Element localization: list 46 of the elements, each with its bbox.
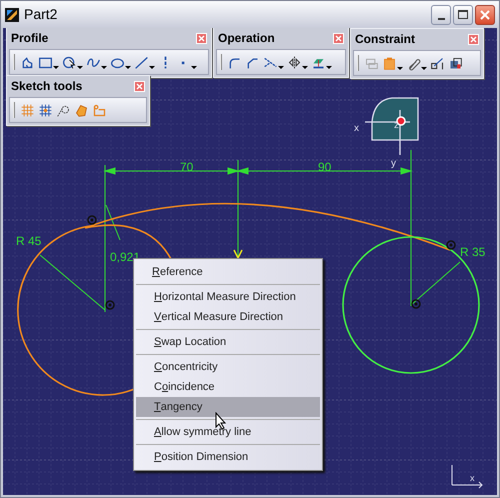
snap-grid-icon[interactable] [38, 102, 53, 118]
axis-label: y [391, 158, 396, 169]
menu-item[interactable]: Vertical Measure Direction [136, 307, 320, 327]
sketch-canvas[interactable] [3, 28, 497, 495]
animate-icon[interactable] [448, 56, 463, 70]
menu-item[interactable]: Coincidence [136, 377, 320, 397]
line-icon[interactable] [134, 54, 149, 70]
origin-point-icon [396, 116, 406, 126]
toolbar-title: Profile [11, 32, 48, 44]
profile-icon[interactable] [20, 54, 35, 70]
toolbar-title: Operation [218, 32, 275, 44]
menu-item[interactable]: Tangency [136, 397, 320, 417]
mirror-icon[interactable] [287, 54, 302, 70]
dimension-label: R 35 [460, 245, 486, 259]
toolbar-title: Constraint [355, 33, 415, 45]
minimize-button[interactable] [431, 4, 451, 24]
close-button[interactable] [475, 4, 495, 24]
close-icon[interactable] [134, 80, 145, 92]
menu-item[interactable]: Concentricity [136, 357, 320, 377]
tangent-point-icon [87, 215, 97, 225]
axis-label: x [354, 123, 359, 134]
close-icon[interactable] [468, 34, 479, 44]
close-icon [480, 10, 490, 20]
app-icon [5, 8, 19, 22]
maximize-button[interactable] [453, 4, 473, 24]
marker-icon [233, 250, 243, 260]
center-point-icon [411, 299, 421, 309]
center-point-icon [105, 300, 115, 310]
window-title: Part2 [24, 5, 58, 24]
menu-item[interactable]: Swap Location [136, 332, 320, 352]
compass-drawing [364, 97, 419, 156]
axis-label: x [470, 473, 474, 483]
circle-icon[interactable] [62, 54, 77, 70]
dimension-label: R 45 [16, 234, 42, 248]
toolbar-title: Sketch tools [11, 80, 82, 92]
axis-arrow-icon [452, 464, 483, 488]
close-icon[interactable] [333, 32, 344, 44]
menu-item[interactable]: Reference [134, 262, 322, 282]
dimension-icon[interactable] [430, 56, 445, 70]
rectangle-icon[interactable] [38, 54, 53, 70]
close-icon[interactable] [196, 32, 207, 44]
axis-label: z [394, 120, 399, 131]
menu-item[interactable]: Allow symmetry line [136, 422, 320, 442]
menu-item[interactable]: Horizontal Measure Direction [136, 287, 320, 307]
tangent-point-icon [446, 240, 456, 250]
menu-item[interactable]: Position Dimension [136, 447, 320, 467]
